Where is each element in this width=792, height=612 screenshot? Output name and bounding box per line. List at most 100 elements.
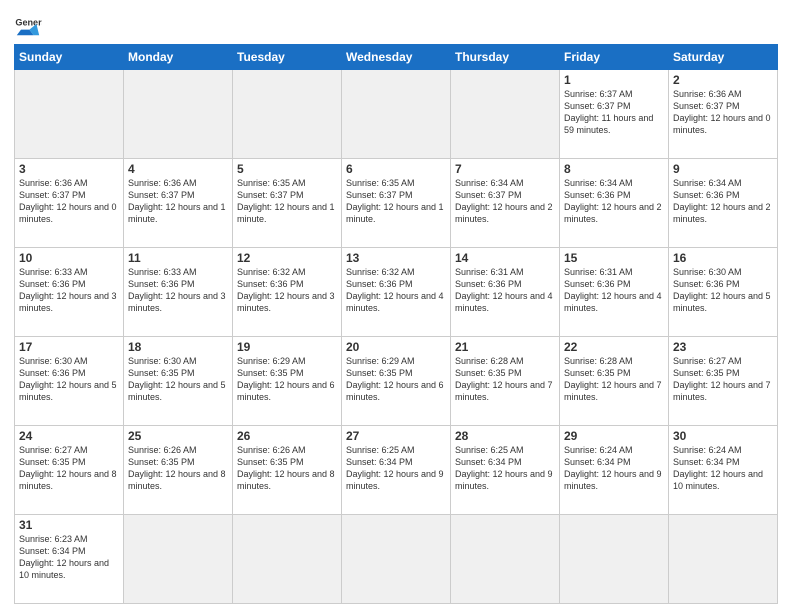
day-info: Sunrise: 6:32 AMSunset: 6:36 PMDaylight:… <box>237 266 337 315</box>
day-number: 23 <box>673 340 773 354</box>
day-number: 11 <box>128 251 228 265</box>
calendar-cell <box>342 70 451 159</box>
calendar-cell: 6Sunrise: 6:35 AMSunset: 6:37 PMDaylight… <box>342 159 451 248</box>
calendar-cell: 21Sunrise: 6:28 AMSunset: 6:35 PMDayligh… <box>451 337 560 426</box>
day-info: Sunrise: 6:36 AMSunset: 6:37 PMDaylight:… <box>128 177 228 226</box>
day-number: 6 <box>346 162 446 176</box>
calendar-cell: 11Sunrise: 6:33 AMSunset: 6:36 PMDayligh… <box>124 248 233 337</box>
day-info: Sunrise: 6:32 AMSunset: 6:36 PMDaylight:… <box>346 266 446 315</box>
day-info: Sunrise: 6:36 AMSunset: 6:37 PMDaylight:… <box>673 88 773 137</box>
day-number: 12 <box>237 251 337 265</box>
day-number: 7 <box>455 162 555 176</box>
col-header-wednesday: Wednesday <box>342 45 451 70</box>
day-number: 4 <box>128 162 228 176</box>
calendar-cell: 13Sunrise: 6:32 AMSunset: 6:36 PMDayligh… <box>342 248 451 337</box>
day-info: Sunrise: 6:31 AMSunset: 6:36 PMDaylight:… <box>455 266 555 315</box>
day-info: Sunrise: 6:34 AMSunset: 6:36 PMDaylight:… <box>673 177 773 226</box>
calendar-cell: 24Sunrise: 6:27 AMSunset: 6:35 PMDayligh… <box>15 426 124 515</box>
calendar-cell: 31Sunrise: 6:23 AMSunset: 6:34 PMDayligh… <box>15 515 124 604</box>
day-info: Sunrise: 6:30 AMSunset: 6:36 PMDaylight:… <box>673 266 773 315</box>
calendar-cell <box>451 70 560 159</box>
day-info: Sunrise: 6:29 AMSunset: 6:35 PMDaylight:… <box>237 355 337 404</box>
day-info: Sunrise: 6:33 AMSunset: 6:36 PMDaylight:… <box>19 266 119 315</box>
calendar-cell: 29Sunrise: 6:24 AMSunset: 6:34 PMDayligh… <box>560 426 669 515</box>
calendar-cell <box>669 515 778 604</box>
col-header-sunday: Sunday <box>15 45 124 70</box>
day-info: Sunrise: 6:25 AMSunset: 6:34 PMDaylight:… <box>455 444 555 493</box>
day-number: 25 <box>128 429 228 443</box>
day-number: 26 <box>237 429 337 443</box>
day-info: Sunrise: 6:28 AMSunset: 6:35 PMDaylight:… <box>455 355 555 404</box>
calendar-cell: 25Sunrise: 6:26 AMSunset: 6:35 PMDayligh… <box>124 426 233 515</box>
calendar-cell: 17Sunrise: 6:30 AMSunset: 6:36 PMDayligh… <box>15 337 124 426</box>
calendar-cell: 12Sunrise: 6:32 AMSunset: 6:36 PMDayligh… <box>233 248 342 337</box>
day-info: Sunrise: 6:33 AMSunset: 6:36 PMDaylight:… <box>128 266 228 315</box>
svg-text:General: General <box>15 17 42 27</box>
calendar-cell: 7Sunrise: 6:34 AMSunset: 6:37 PMDaylight… <box>451 159 560 248</box>
col-header-thursday: Thursday <box>451 45 560 70</box>
calendar-cell: 16Sunrise: 6:30 AMSunset: 6:36 PMDayligh… <box>669 248 778 337</box>
calendar-cell <box>560 515 669 604</box>
calendar-cell: 15Sunrise: 6:31 AMSunset: 6:36 PMDayligh… <box>560 248 669 337</box>
calendar-cell: 30Sunrise: 6:24 AMSunset: 6:34 PMDayligh… <box>669 426 778 515</box>
day-number: 17 <box>19 340 119 354</box>
calendar-week-2: 10Sunrise: 6:33 AMSunset: 6:36 PMDayligh… <box>15 248 778 337</box>
calendar-cell <box>233 515 342 604</box>
calendar-cell: 8Sunrise: 6:34 AMSunset: 6:36 PMDaylight… <box>560 159 669 248</box>
day-info: Sunrise: 6:36 AMSunset: 6:37 PMDaylight:… <box>19 177 119 226</box>
calendar-cell: 19Sunrise: 6:29 AMSunset: 6:35 PMDayligh… <box>233 337 342 426</box>
calendar-cell: 5Sunrise: 6:35 AMSunset: 6:37 PMDaylight… <box>233 159 342 248</box>
calendar-week-4: 24Sunrise: 6:27 AMSunset: 6:35 PMDayligh… <box>15 426 778 515</box>
calendar-cell <box>233 70 342 159</box>
logo-icon: General <box>14 10 42 38</box>
day-info: Sunrise: 6:35 AMSunset: 6:37 PMDaylight:… <box>237 177 337 226</box>
day-info: Sunrise: 6:24 AMSunset: 6:34 PMDaylight:… <box>564 444 664 493</box>
calendar-cell: 22Sunrise: 6:28 AMSunset: 6:35 PMDayligh… <box>560 337 669 426</box>
day-number: 13 <box>346 251 446 265</box>
day-number: 5 <box>237 162 337 176</box>
day-info: Sunrise: 6:35 AMSunset: 6:37 PMDaylight:… <box>346 177 446 226</box>
calendar-week-1: 3Sunrise: 6:36 AMSunset: 6:37 PMDaylight… <box>15 159 778 248</box>
calendar-cell: 4Sunrise: 6:36 AMSunset: 6:37 PMDaylight… <box>124 159 233 248</box>
calendar-week-3: 17Sunrise: 6:30 AMSunset: 6:36 PMDayligh… <box>15 337 778 426</box>
col-header-tuesday: Tuesday <box>233 45 342 70</box>
day-info: Sunrise: 6:30 AMSunset: 6:36 PMDaylight:… <box>19 355 119 404</box>
day-info: Sunrise: 6:29 AMSunset: 6:35 PMDaylight:… <box>346 355 446 404</box>
day-number: 10 <box>19 251 119 265</box>
calendar-cell <box>451 515 560 604</box>
logo: General <box>14 10 46 38</box>
calendar-cell: 2Sunrise: 6:36 AMSunset: 6:37 PMDaylight… <box>669 70 778 159</box>
day-number: 20 <box>346 340 446 354</box>
calendar-cell: 9Sunrise: 6:34 AMSunset: 6:36 PMDaylight… <box>669 159 778 248</box>
calendar-cell: 18Sunrise: 6:30 AMSunset: 6:35 PMDayligh… <box>124 337 233 426</box>
calendar-cell: 14Sunrise: 6:31 AMSunset: 6:36 PMDayligh… <box>451 248 560 337</box>
calendar-table: SundayMondayTuesdayWednesdayThursdayFrid… <box>14 44 778 604</box>
day-number: 27 <box>346 429 446 443</box>
col-header-friday: Friday <box>560 45 669 70</box>
calendar-cell: 10Sunrise: 6:33 AMSunset: 6:36 PMDayligh… <box>15 248 124 337</box>
calendar-cell: 26Sunrise: 6:26 AMSunset: 6:35 PMDayligh… <box>233 426 342 515</box>
calendar-cell: 23Sunrise: 6:27 AMSunset: 6:35 PMDayligh… <box>669 337 778 426</box>
calendar-cell <box>124 515 233 604</box>
day-number: 1 <box>564 73 664 87</box>
day-number: 14 <box>455 251 555 265</box>
header: General <box>14 10 778 38</box>
day-number: 9 <box>673 162 773 176</box>
day-info: Sunrise: 6:24 AMSunset: 6:34 PMDaylight:… <box>673 444 773 493</box>
day-number: 19 <box>237 340 337 354</box>
day-info: Sunrise: 6:28 AMSunset: 6:35 PMDaylight:… <box>564 355 664 404</box>
day-info: Sunrise: 6:25 AMSunset: 6:34 PMDaylight:… <box>346 444 446 493</box>
day-info: Sunrise: 6:23 AMSunset: 6:34 PMDaylight:… <box>19 533 119 582</box>
day-number: 21 <box>455 340 555 354</box>
calendar-cell <box>124 70 233 159</box>
col-header-saturday: Saturday <box>669 45 778 70</box>
day-info: Sunrise: 6:27 AMSunset: 6:35 PMDaylight:… <box>19 444 119 493</box>
day-number: 24 <box>19 429 119 443</box>
day-number: 3 <box>19 162 119 176</box>
day-number: 28 <box>455 429 555 443</box>
calendar-cell: 1Sunrise: 6:37 AMSunset: 6:37 PMDaylight… <box>560 70 669 159</box>
calendar-cell <box>15 70 124 159</box>
calendar-cell: 20Sunrise: 6:29 AMSunset: 6:35 PMDayligh… <box>342 337 451 426</box>
calendar-cell: 28Sunrise: 6:25 AMSunset: 6:34 PMDayligh… <box>451 426 560 515</box>
day-number: 8 <box>564 162 664 176</box>
